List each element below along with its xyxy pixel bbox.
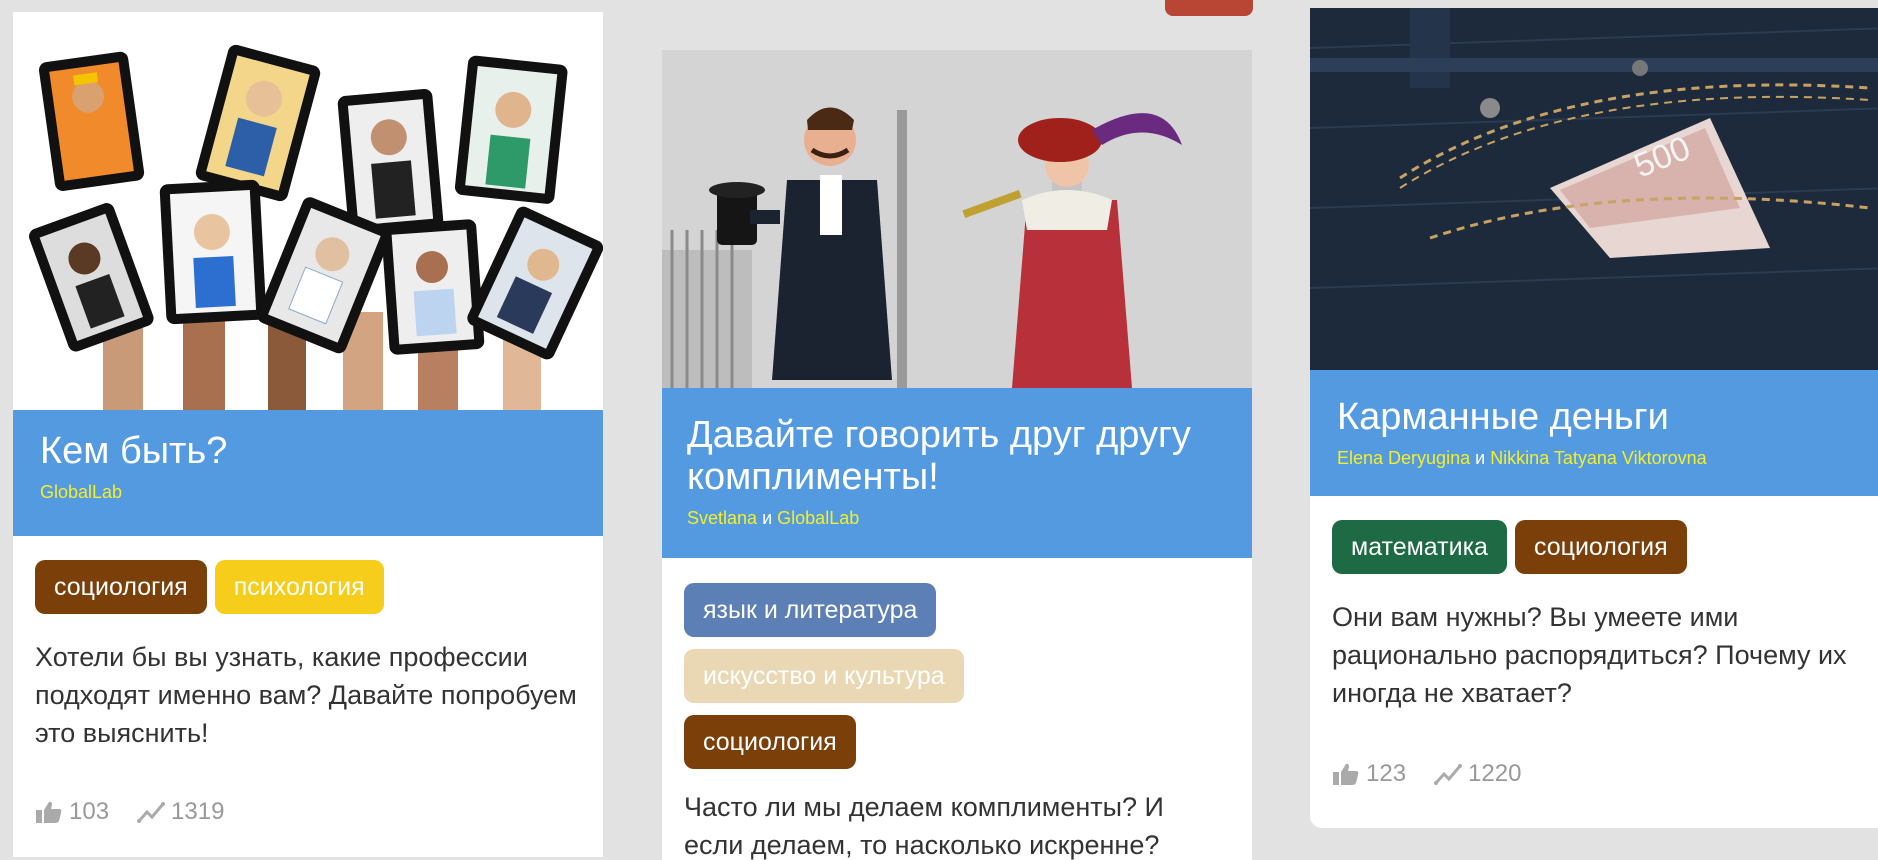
card-authors: GlobalLab (40, 482, 576, 503)
card-banner: Давайте говорить друг другу комплименты!… (662, 388, 1252, 558)
thumbs-up-icon (35, 800, 63, 824)
card-image-tablets[interactable] (13, 12, 603, 410)
likes-count: 123 (1366, 760, 1407, 787)
tag-list: математика социология (1310, 520, 1878, 586)
author-link[interactable]: Nikkina Tatyana Viktorovna (1490, 448, 1706, 468)
card-title[interactable]: Карманные деньги (1337, 396, 1863, 438)
tag-language-literature[interactable]: язык и литература (684, 583, 937, 637)
card-authors: Elena Deryugina и Nikkina Tatyana Viktor… (1337, 448, 1863, 469)
tag-math[interactable]: математика (1332, 520, 1507, 574)
project-card[interactable]: Кем быть? GlobalLab социология психология… (13, 12, 603, 857)
tag-psychology[interactable]: психология (214, 560, 384, 614)
author-link[interactable]: Elena Deryugina (1337, 448, 1470, 468)
views-count: 1220 (1468, 760, 1522, 787)
author-link[interactable]: Svetlana (687, 508, 757, 528)
author-joiner: и (762, 508, 773, 528)
tag-list: социология психология (13, 560, 603, 626)
card-banner: Карманные деньги Elena Deryugina и Nikki… (1310, 370, 1878, 496)
tag-sociology[interactable]: социология (684, 715, 856, 769)
project-card[interactable]: Давайте говорить друг другу комплименты!… (662, 50, 1252, 860)
trend-chart-icon (1434, 762, 1463, 786)
card-banner: Кем быть? GlobalLab (13, 410, 603, 536)
card-description: Часто ли мы делаем комплименты? И если д… (684, 792, 1164, 860)
likes-count: 103 (69, 798, 110, 825)
card-description: Они вам нужны? Вы умеете ими рационально… (1332, 602, 1847, 708)
card-title[interactable]: Давайте говорить друг другу комплименты! (687, 414, 1227, 498)
author-joiner: и (1475, 448, 1486, 468)
top-badge (1165, 0, 1253, 16)
views-count: 1319 (171, 798, 225, 825)
card-image-jeans[interactable]: 500 (1310, 8, 1878, 370)
tag-art-culture[interactable]: искусство и культура (684, 649, 964, 703)
card-stats: 103 1319 (35, 798, 252, 826)
author-link[interactable]: GlobalLab (777, 508, 859, 528)
card-title[interactable]: Кем быть? (40, 430, 576, 472)
card-image-vintage[interactable] (662, 50, 1252, 388)
author-link[interactable]: GlobalLab (40, 482, 122, 502)
tag-sociology[interactable]: социология (1514, 520, 1687, 574)
tag-sociology[interactable]: социология (35, 560, 207, 614)
card-authors: Svetlana и GlobalLab (687, 508, 1227, 529)
thumbs-up-icon (1332, 762, 1360, 786)
card-stats: 123 1220 (1332, 760, 1549, 788)
trend-chart-icon (137, 800, 166, 824)
card-description: Хотели бы вы узнать, какие профессии под… (35, 642, 577, 748)
project-card[interactable]: 500 Карманные деньги Elena Deryugina и N… (1310, 8, 1878, 828)
tag-list: язык и литература искусство и культура с… (662, 583, 1252, 781)
